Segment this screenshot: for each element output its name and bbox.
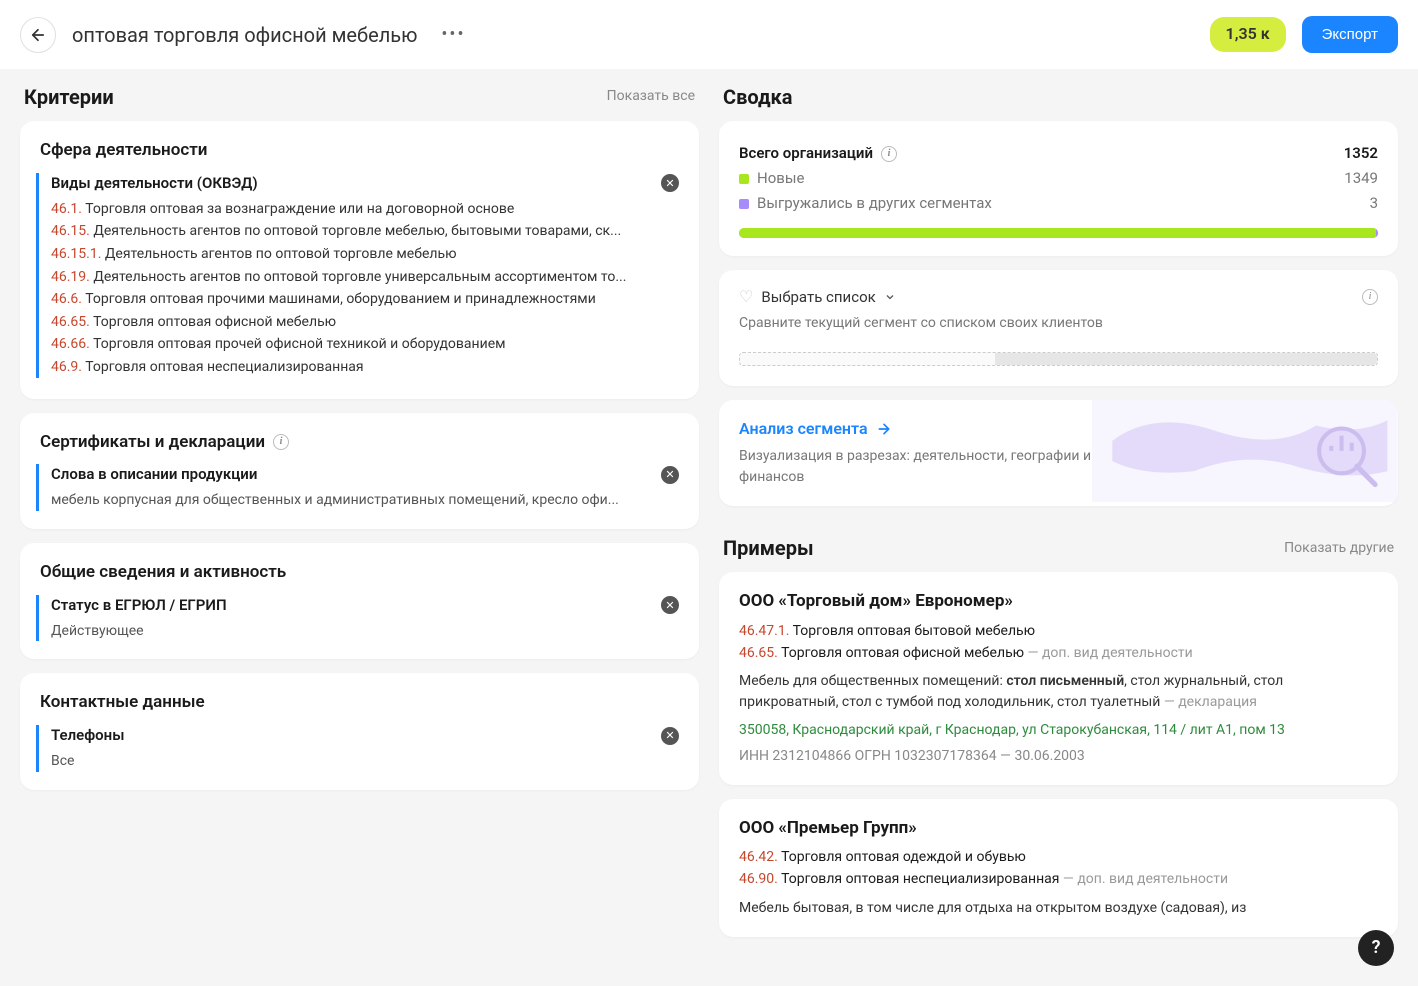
- example-okved-line: 46.42. Торговля оптовая одеждой и обувью: [739, 848, 1378, 868]
- criteria-section-title: Контактные данные: [40, 691, 679, 715]
- okved-item: 46.15.1. Деятельность агентов по оптовой…: [51, 245, 679, 265]
- show-all-criteria-link[interactable]: Показать все: [607, 87, 695, 107]
- criteria-section-contacts: Контактные данные Телефоны ✕ Все: [20, 673, 699, 789]
- okved-item: 46.6. Торговля оптовая прочими машинами,…: [51, 290, 679, 310]
- select-list-card: ♡ Выбрать список i Сравните текущий сегм…: [719, 270, 1398, 386]
- more-menu-button[interactable]: •••: [437, 19, 469, 51]
- page-title: оптовая торговля офисной мебелью: [72, 21, 417, 49]
- examples-heading-row: Примеры Показать другие: [719, 520, 1398, 572]
- select-list-dropdown[interactable]: ♡ Выбрать список: [739, 286, 896, 308]
- remove-criteria-icon[interactable]: ✕: [661, 596, 679, 614]
- criteria-heading-row: Критерии Показать все: [20, 69, 699, 121]
- select-list-desc: Сравните текущий сегмент со списком свои…: [739, 314, 1378, 334]
- okved-item: 46.1. Торговля оптовая за вознаграждение…: [51, 200, 679, 220]
- criteria-value: мебель корпусная для общественных и адми…: [51, 491, 679, 511]
- example-description: Мебель для общественных помещений: стол …: [739, 671, 1378, 713]
- arrow-right-icon: [876, 421, 892, 437]
- example-company-card[interactable]: ООО «Торговый дом» Еврономер» 46.47.1. Т…: [719, 572, 1398, 784]
- comparison-placeholder: [739, 352, 1378, 366]
- summary-total-value: 1352: [1344, 143, 1378, 164]
- criteria-heading: Критерии: [24, 83, 114, 111]
- dots-icon: •••: [441, 22, 465, 47]
- info-icon[interactable]: i: [273, 434, 289, 450]
- progress-segment-exported: [1376, 228, 1378, 238]
- criteria-column: Критерии Показать все Сфера деятельности…: [20, 69, 699, 951]
- criteria-section-general: Общие сведения и активность Статус в ЕГР…: [20, 543, 699, 659]
- info-icon[interactable]: i: [1362, 289, 1378, 305]
- heart-icon: ♡: [739, 286, 753, 308]
- progress-segment-new: [739, 228, 1376, 238]
- summary-total-row: Всего организаций i 1352: [739, 143, 1378, 164]
- summary-card: Всего организаций i 1352 Новые 1349 Выгр…: [719, 121, 1398, 256]
- okved-item: 46.66. Торговля оптовая прочей офисной т…: [51, 335, 679, 355]
- example-okved-line: 46.65. Торговля оптовая офисной мебелью …: [739, 644, 1378, 664]
- summary-heading-row: Сводка: [719, 69, 1398, 121]
- example-company-card[interactable]: ООО «Премьер Групп» 46.42. Торговля опто…: [719, 799, 1398, 937]
- okved-item: 46.9. Торговля оптовая неспециализирован…: [51, 358, 679, 378]
- summary-exported-row: Выгружались в других сегментах 3: [739, 193, 1378, 214]
- analysis-card[interactable]: Анализ сегмента Визуализация в разрезах:…: [719, 400, 1398, 506]
- criteria-block-title: Виды деятельности (ОКВЭД): [51, 173, 258, 194]
- summary-progress-bar: [739, 228, 1378, 238]
- dot-new-icon: [739, 174, 749, 184]
- okved-item: 46.19. Деятельность агентов по оптовой т…: [51, 268, 679, 288]
- example-company-name: ООО «Премьер Групп»: [739, 817, 1378, 841]
- criteria-section-certificates: Сертификаты и декларации i Слова в описа…: [20, 413, 699, 529]
- arrow-left-icon: [29, 26, 47, 44]
- example-description: Мебель бытовая, в том числе для отдыха н…: [739, 898, 1378, 919]
- remove-criteria-icon[interactable]: ✕: [661, 174, 679, 192]
- examples-heading: Примеры: [723, 534, 814, 562]
- criteria-block-title: Слова в описании продукции: [51, 464, 257, 485]
- example-okved-line: 46.90. Торговля оптовая неспециализирова…: [739, 870, 1378, 890]
- criteria-section-title: Сертификаты и декларации i: [40, 431, 679, 455]
- summary-total-label: Всего организаций: [739, 143, 873, 164]
- example-company-name: ООО «Торговый дом» Еврономер»: [739, 590, 1378, 614]
- show-other-examples-link[interactable]: Показать другие: [1284, 539, 1394, 559]
- criteria-block-status: Статус в ЕГРЮЛ / ЕГРИП ✕ Действующее: [36, 595, 679, 642]
- criteria-section-activity: Сфера деятельности Виды деятельности (ОК…: [20, 121, 699, 399]
- criteria-value: Действующее: [51, 622, 679, 642]
- criteria-value: Все: [51, 752, 679, 772]
- criteria-block-phones: Телефоны ✕ Все: [36, 725, 679, 772]
- dot-exported-icon: [739, 199, 749, 209]
- map-chart-decoration-icon: [1092, 400, 1398, 502]
- okved-item: 46.15. Деятельность агентов по оптовой т…: [51, 222, 679, 242]
- export-button[interactable]: Экспорт: [1302, 16, 1398, 53]
- back-button[interactable]: [20, 17, 56, 53]
- summary-heading: Сводка: [723, 83, 792, 111]
- example-okved-line: 46.47.1. Торговля оптовая бытовой мебель…: [739, 622, 1378, 642]
- criteria-block-product-words: Слова в описании продукции ✕ мебель корп…: [36, 464, 679, 511]
- remove-criteria-icon[interactable]: ✕: [661, 466, 679, 484]
- help-button[interactable]: ?: [1358, 930, 1394, 966]
- criteria-section-title: Сфера деятельности: [40, 139, 679, 163]
- summary-column: Сводка Всего организаций i 1352 Новые 13…: [719, 69, 1398, 951]
- summary-exported-value: 3: [1370, 193, 1378, 214]
- chevron-down-icon: [884, 291, 896, 303]
- remove-criteria-icon[interactable]: ✕: [661, 727, 679, 745]
- summary-new-value: 1349: [1344, 168, 1378, 189]
- example-meta: ИНН 2312104866 ОГРН 1032307178364 — 30.0…: [739, 747, 1378, 767]
- analysis-desc: Визуализация в разрезах: деятельности, г…: [739, 446, 1122, 488]
- info-icon[interactable]: i: [881, 146, 897, 162]
- criteria-block-title: Телефоны: [51, 725, 124, 746]
- criteria-section-title: Общие сведения и активность: [40, 561, 679, 585]
- criteria-block-okved: Виды деятельности (ОКВЭД) ✕ 46.1. Торгов…: [36, 173, 679, 378]
- page-header: оптовая торговля офисной мебелью ••• 1,3…: [0, 0, 1418, 69]
- okved-item: 46.65. Торговля оптовая офисной мебелью: [51, 313, 679, 333]
- example-address: 350058, Краснодарский край, г Краснодар,…: [739, 721, 1378, 741]
- results-count-badge: 1,35 к: [1210, 17, 1286, 51]
- criteria-block-title: Статус в ЕГРЮЛ / ЕГРИП: [51, 595, 227, 616]
- summary-new-row: Новые 1349: [739, 168, 1378, 189]
